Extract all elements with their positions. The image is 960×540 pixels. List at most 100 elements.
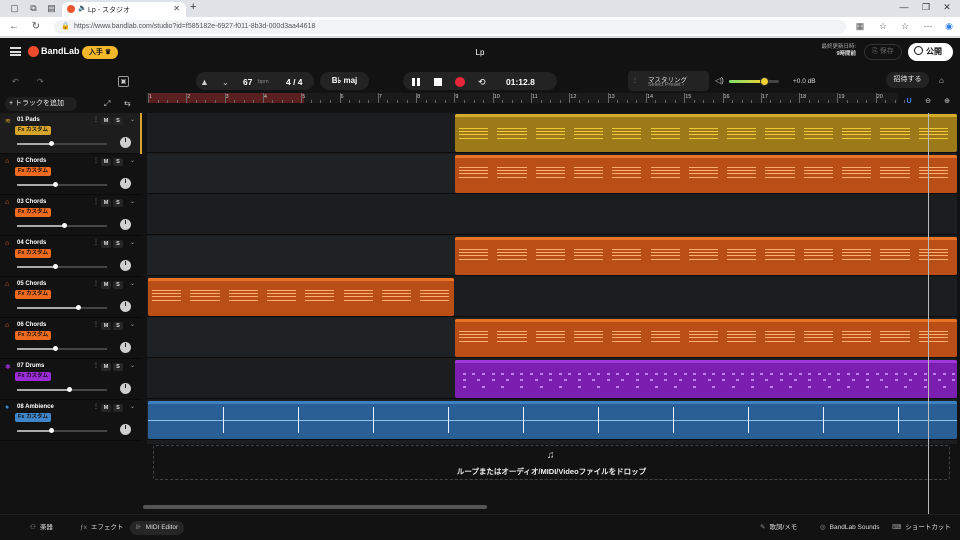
- solo-button[interactable]: S: [113, 199, 123, 207]
- pan-knob[interactable]: [120, 178, 131, 189]
- pan-knob[interactable]: [120, 301, 131, 312]
- track-volume-slider[interactable]: [17, 346, 107, 351]
- chevron-down-icon[interactable]: ⌄: [128, 362, 137, 371]
- mute-button[interactable]: M: [101, 281, 111, 289]
- browser-tab-active[interactable]: 🔈 Lp - スタジオ ✕: [62, 2, 186, 17]
- track-volume-handle[interactable]: [67, 387, 73, 392]
- solo-button[interactable]: S: [113, 281, 123, 289]
- track-volume-handle[interactable]: [49, 428, 55, 433]
- pan-knob[interactable]: [120, 342, 131, 353]
- midi-clip[interactable]: [455, 360, 957, 398]
- chevron-down-icon[interactable]: ⌄: [128, 280, 137, 289]
- mute-button[interactable]: M: [101, 322, 111, 330]
- pan-knob[interactable]: [120, 383, 131, 394]
- mute-button[interactable]: M: [101, 363, 111, 371]
- mute-button[interactable]: M: [101, 199, 111, 207]
- fx-preset-badge[interactable]: Fx カスタム: [15, 413, 51, 422]
- fx-preset-badge[interactable]: Fx カスタム: [15, 167, 51, 176]
- clip-header[interactable]: [148, 401, 957, 404]
- track-lane[interactable]: [147, 154, 957, 194]
- audio-clip[interactable]: [148, 401, 957, 439]
- mute-button[interactable]: M: [101, 117, 111, 125]
- track-header[interactable]: ✱ 07 Drums Fx カスタム ⋮ M S ⌄: [0, 359, 142, 400]
- favorite-star-icon[interactable]: ☆: [877, 21, 889, 32]
- track-volume-handle[interactable]: [52, 264, 58, 269]
- back-arrow-icon[interactable]: ←: [8, 21, 20, 32]
- snap-magnet-icon[interactable]: U: [903, 96, 915, 108]
- track-header[interactable]: ⌂ 05 Chords Fx カスタム ⋮ M S ⌄: [0, 277, 142, 318]
- track-header[interactable]: ⌂ 02 Chords Fx カスタム ⋮ M S ⌄: [0, 154, 142, 195]
- clip-header[interactable]: [455, 319, 957, 322]
- fx-preset-badge[interactable]: Fx カスタム: [15, 249, 51, 258]
- timeline-ruler[interactable]: 1 2 3 4 5 6 7 8 9 10 11 12 13 14 15 16 17 18 19 20: [146, 93, 906, 103]
- horizontal-scrollbar[interactable]: [143, 505, 487, 509]
- clip-header[interactable]: [455, 114, 957, 117]
- effects-button[interactable]: ƒx エフェクト: [74, 521, 129, 535]
- close-tab-icon[interactable]: ✕: [173, 4, 180, 13]
- reload-icon[interactable]: ↻: [30, 21, 42, 32]
- midi-clip[interactable]: [455, 319, 957, 357]
- track-name[interactable]: 07 Drums: [17, 363, 44, 369]
- automation-icon[interactable]: ⤢: [104, 99, 110, 109]
- solo-button[interactable]: S: [113, 158, 123, 166]
- track-lane[interactable]: [147, 359, 957, 399]
- track-lane[interactable]: [147, 236, 957, 276]
- browser-profile-icon[interactable]: ▢: [9, 3, 20, 14]
- master-volume-handle[interactable]: [760, 77, 769, 86]
- mute-button[interactable]: M: [101, 404, 111, 412]
- publish-button[interactable]: 公開: [908, 43, 953, 61]
- chevron-down-icon[interactable]: ⌄: [128, 239, 137, 248]
- panel-toggle-icon[interactable]: ▣: [118, 76, 129, 87]
- clip-header[interactable]: [455, 360, 957, 363]
- drag-handle-icon[interactable]: ⋮: [93, 362, 99, 369]
- favorites-icon[interactable]: ☆: [899, 21, 911, 32]
- track-name[interactable]: 03 Chords: [17, 199, 46, 205]
- lyrics-button[interactable]: ✎ 歌詞/メモ: [754, 521, 803, 535]
- drag-handle-icon[interactable]: ⋮: [93, 403, 99, 410]
- mastering-button[interactable]: ⫶ マスタリング Select Preset ›: [628, 71, 709, 91]
- speaker-icon[interactable]: 🔈: [78, 4, 87, 12]
- drag-handle-icon[interactable]: ⋮: [93, 198, 99, 205]
- master-volume-slider[interactable]: [729, 77, 779, 86]
- mute-button[interactable]: M: [101, 240, 111, 248]
- chevron-down-icon[interactable]: ⌄: [128, 198, 137, 207]
- zoom-out-icon[interactable]: ⊖: [922, 96, 934, 108]
- fx-preset-badge[interactable]: Fx カスタム: [15, 208, 51, 217]
- key-button[interactable]: B♭ maj: [320, 72, 369, 90]
- track-name[interactable]: 02 Chords: [17, 158, 46, 164]
- midi-clip[interactable]: [455, 114, 957, 152]
- track-volume-slider[interactable]: [17, 141, 107, 146]
- solo-button[interactable]: S: [113, 363, 123, 371]
- drag-handle-icon[interactable]: ⋮: [93, 116, 99, 123]
- mute-button[interactable]: M: [101, 158, 111, 166]
- track-volume-slider[interactable]: [17, 387, 107, 392]
- midi-clip[interactable]: [455, 237, 957, 275]
- pause-icon[interactable]: [411, 77, 421, 87]
- clip-header[interactable]: [148, 278, 454, 281]
- bandlab-sounds-button[interactable]: ◎ BandLab Sounds: [814, 521, 886, 535]
- track-lane[interactable]: [147, 400, 957, 440]
- track-volume-slider[interactable]: [17, 223, 107, 228]
- track-volume-handle[interactable]: [49, 141, 55, 146]
- pan-knob[interactable]: [120, 219, 131, 230]
- track-name[interactable]: 06 Chords: [17, 322, 46, 328]
- redo-icon[interactable]: ↷: [37, 77, 44, 86]
- track-lane[interactable]: [147, 318, 957, 358]
- track-header[interactable]: ⌂ 03 Chords Fx カスタム ⋮ M S ⌄: [0, 195, 142, 236]
- track-name[interactable]: 08 Ambience: [17, 404, 54, 410]
- track-name[interactable]: 05 Chords: [17, 281, 46, 287]
- pan-knob[interactable]: [120, 137, 131, 148]
- track-lane[interactable]: [147, 113, 957, 153]
- add-track-button[interactable]: + トラックを追加: [5, 97, 77, 111]
- chevron-down-icon[interactable]: ⌄: [128, 157, 137, 166]
- chevron-down-icon[interactable]: ⌄: [128, 321, 137, 330]
- track-volume-handle[interactable]: [52, 182, 58, 187]
- track-volume-handle[interactable]: [76, 305, 82, 310]
- track-name[interactable]: 01 Pads: [17, 117, 40, 123]
- undo-icon[interactable]: ↶: [12, 77, 19, 86]
- fx-preset-badge[interactable]: Fx カスタム: [15, 331, 51, 340]
- time-signature[interactable]: 4 / 4: [286, 77, 303, 87]
- track-lane[interactable]: [147, 277, 957, 317]
- loop-icon[interactable]: ⟲: [478, 77, 488, 87]
- chevron-down-icon[interactable]: ⌄: [128, 403, 137, 412]
